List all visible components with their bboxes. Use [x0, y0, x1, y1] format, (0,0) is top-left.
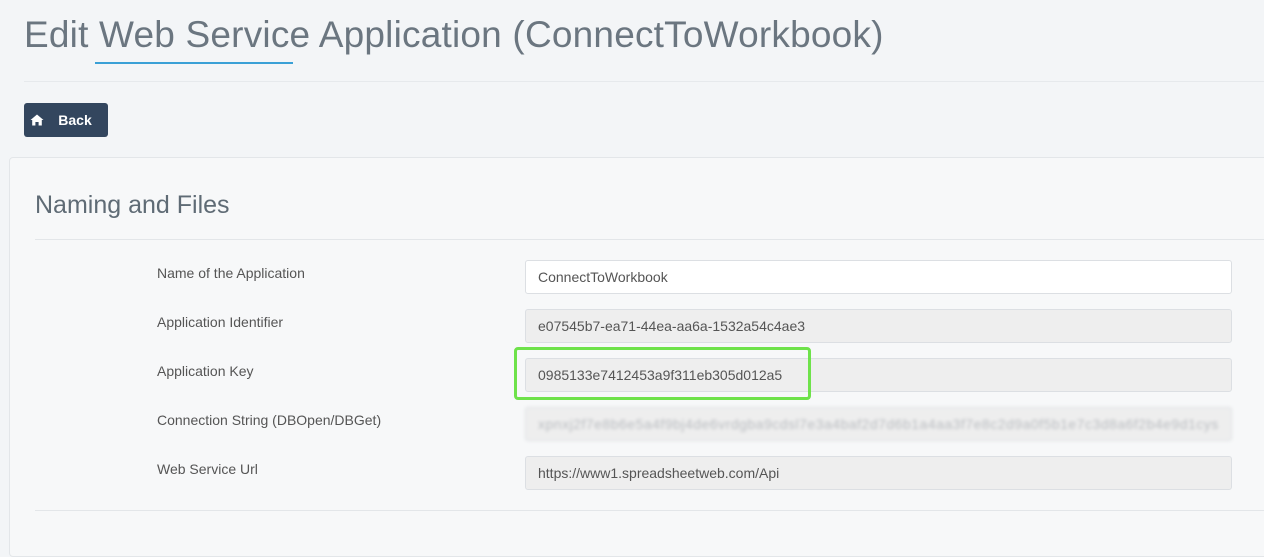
app-key-label: Application Key [157, 363, 254, 379]
bottom-divider [35, 510, 1264, 511]
back-button-label: Back [58, 112, 92, 128]
web-service-url-input[interactable] [525, 456, 1232, 490]
app-name-input[interactable] [525, 260, 1232, 294]
title-accent-underline [95, 62, 293, 64]
app-name-label: Name of the Application [157, 265, 305, 281]
app-identifier-label: Application Identifier [157, 314, 284, 330]
home-icon [30, 114, 44, 126]
connection-string-input[interactable] [525, 407, 1232, 441]
page-title: Edit Web Service Application (ConnectToW… [24, 14, 884, 55]
section-divider [35, 239, 1264, 240]
connection-string-label: Connection String (DBOpen/DBGet) [157, 412, 382, 428]
back-button[interactable]: Back [24, 103, 108, 137]
title-divider [24, 81, 1264, 82]
app-key-input[interactable] [525, 358, 1232, 392]
web-service-url-label: Web Service Url [157, 461, 258, 477]
app-identifier-input[interactable] [525, 309, 1232, 343]
section-title: Naming and Files [35, 191, 230, 219]
